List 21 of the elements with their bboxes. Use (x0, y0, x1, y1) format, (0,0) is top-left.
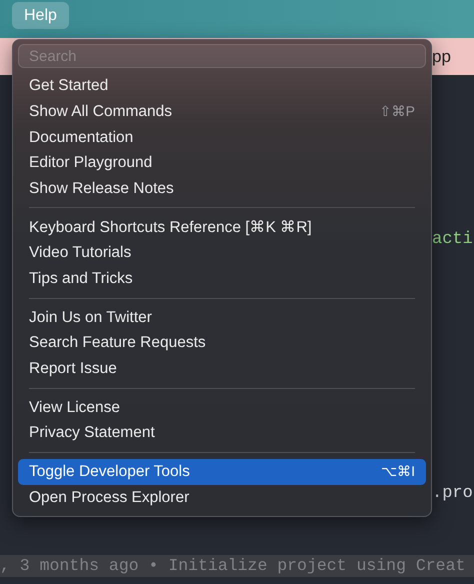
menu-item[interactable]: Editor Playground (18, 150, 426, 176)
menu-item[interactable]: Join Us on Twitter (18, 304, 426, 330)
shortcut-text: ⌥⌘I (381, 462, 415, 482)
blame-annotation: , 3 months ago • Initialize project using Creat (0, 555, 474, 577)
shortcut-text: ⇧⌘P (380, 102, 415, 122)
menu-item[interactable]: Video Tutorials (18, 240, 426, 266)
banner-text: pp (432, 46, 451, 68)
menu-item[interactable]: Show All Commands ⇧⌘P (18, 98, 426, 124)
menu-item[interactable]: Get Started (18, 73, 426, 99)
menu-item[interactable]: Report Issue (18, 356, 426, 382)
menu-item[interactable]: Search Feature Requests (18, 330, 426, 356)
code-text: .pro (432, 482, 474, 504)
code-text: acti (432, 229, 474, 251)
menu-item[interactable]: Privacy Statement (18, 420, 426, 446)
menu-item[interactable]: Toggle Developer Tools ⌥⌘I (18, 458, 426, 485)
menu-item[interactable]: Show Release Notes (18, 176, 426, 202)
menu-item[interactable]: Open Process Explorer (18, 484, 426, 510)
menu-item[interactable]: Tips and Tricks (18, 266, 426, 292)
menu-item[interactable]: Documentation (18, 124, 426, 150)
menu-item[interactable]: View License (18, 394, 426, 420)
menu-item[interactable]: Keyboard Shortcuts Reference [⌘K ⌘R] (18, 214, 426, 240)
